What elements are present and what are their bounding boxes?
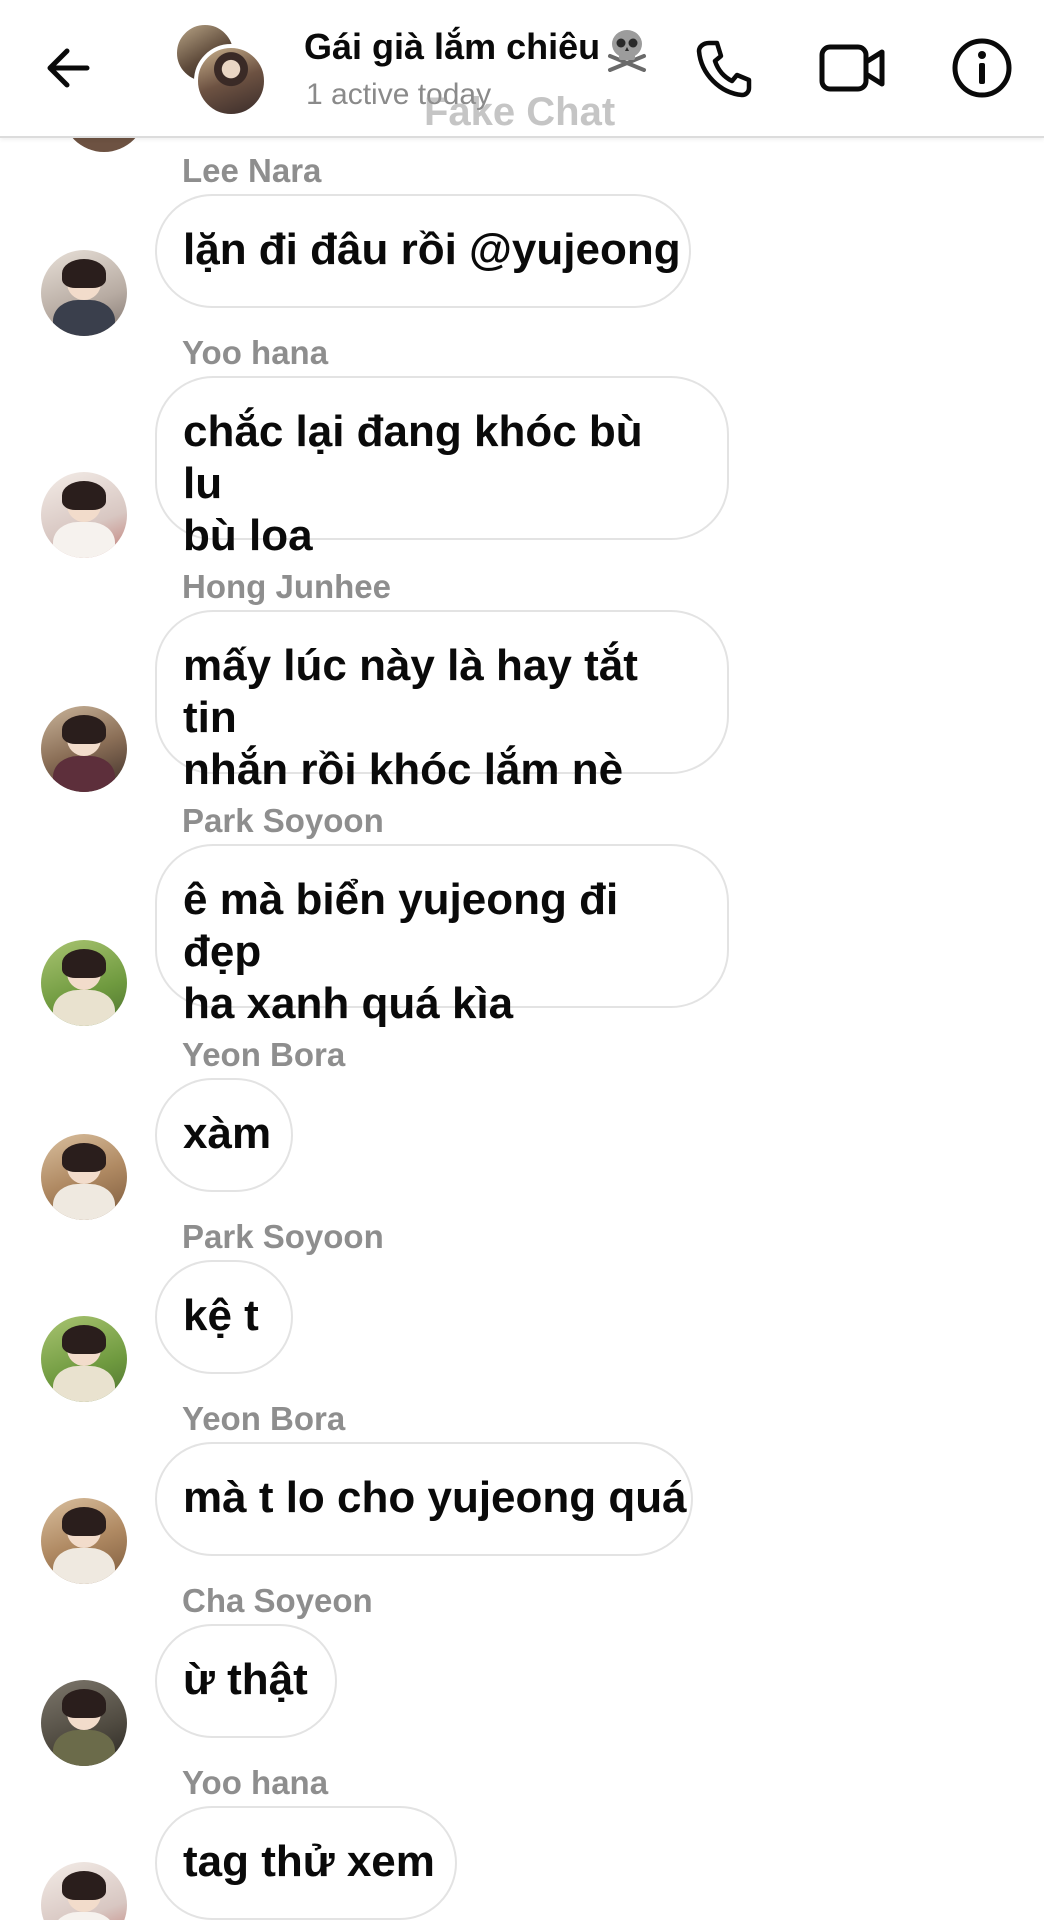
avatar[interactable] [41,250,127,336]
message-bubble[interactable]: ê mà biển yujeong đi đẹp ha xanh quá kìa [155,844,729,1028]
message-bubble[interactable]: tag thử xem [155,1806,457,1920]
message-bubble[interactable]: lặn đi đâu rồi @yujeong [155,194,691,308]
info-icon [952,38,1012,98]
avatar [62,138,146,152]
message-bubble[interactable]: xàm [155,1078,293,1192]
sender-name: Yeon Bora [182,1400,346,1437]
avatar[interactable] [41,706,127,792]
avatar[interactable] [41,1680,127,1766]
watermark: Fake Chat [424,90,616,134]
back-button[interactable] [30,30,106,106]
sender-name: Hong Junhee [182,568,392,605]
chat-header: Gái già lắm chiêu 1 active today Fake Ch… [0,0,1044,138]
avatar[interactable] [41,940,127,1026]
avatar[interactable] [41,1862,127,1920]
sender-name: Yeon Bora [182,1036,346,1073]
avatar[interactable] [41,1498,127,1584]
video-call-button[interactable] [814,30,890,106]
message-bubble[interactable]: mấy lúc này là hay tắt tin nhắn rồi khóc… [155,610,729,794]
skull-and-crossbones-icon [608,30,646,72]
arrow-left-icon [47,48,90,88]
avatar[interactable] [41,472,127,558]
sender-name: Park Soyoon [182,1218,384,1255]
phone-icon [696,40,752,98]
message-bubble[interactable]: ừ thật [155,1624,337,1738]
message-bubble[interactable]: chắc lại đang khóc bù lu bù loa [155,376,729,560]
message-bubble[interactable]: kệ t [155,1260,293,1374]
sender-name: Lee Nara [182,152,322,189]
sender-name: Yoo hana [182,334,329,371]
avatar[interactable] [41,1134,127,1220]
avatar[interactable] [41,1316,127,1402]
sender-name: Cha Soyeon [182,1582,373,1619]
group-avatar-member-front [194,44,268,118]
chat-title[interactable]: Gái già lắm chiêu [304,26,600,68]
message-bubble[interactable]: mà t lo cho yujeong quá [155,1442,693,1556]
group-avatar[interactable] [170,20,270,118]
message-list[interactable]: Lee Nara lặn đi đâu rồi @yujeong Yoo han… [0,138,1044,1920]
info-button[interactable] [944,30,1020,106]
sender-name: Park Soyoon [182,802,384,839]
sender-name: Yoo hana [182,1764,329,1801]
call-button[interactable] [686,30,762,106]
video-camera-icon [819,44,885,92]
